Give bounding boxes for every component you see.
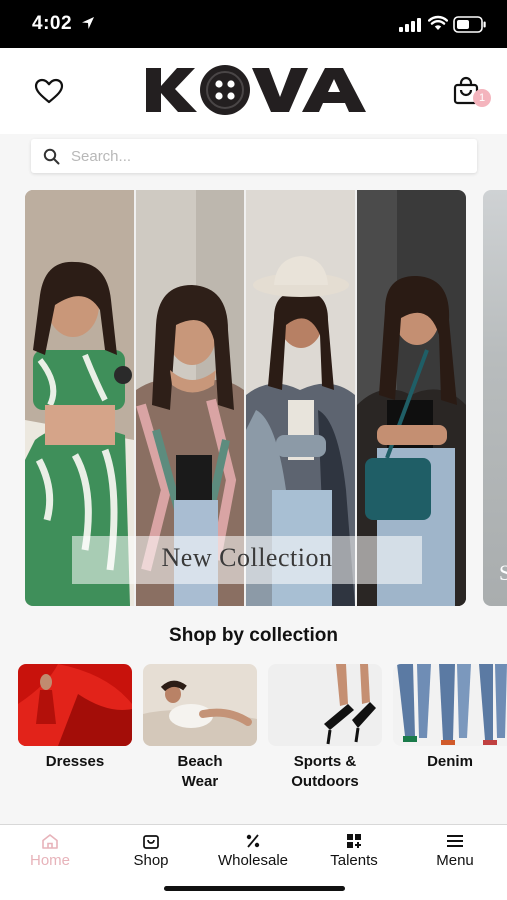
nav-item-shop[interactable]: Shop	[101, 833, 201, 869]
collection-item-dresses[interactable]: Dresses	[18, 664, 132, 772]
signal-icon	[399, 18, 421, 32]
nav-item-menu[interactable]: Menu	[405, 833, 505, 869]
kova-logo-mark	[146, 65, 366, 115]
home-indicator	[164, 886, 345, 891]
status-bar: 4:02	[0, 0, 507, 48]
logo-text: KOVA	[368, 62, 369, 63]
heart-icon[interactable]	[34, 78, 64, 104]
collection-image	[393, 664, 507, 746]
hamburger-menu-icon	[447, 835, 463, 847]
collection-label: Beach Wear	[177, 753, 223, 790]
nav-item-wholesale[interactable]: Wholesale	[203, 833, 303, 869]
collection-image	[268, 664, 382, 746]
section-title: Shop by collection	[169, 625, 338, 646]
nav-label: Menu	[436, 852, 474, 869]
wifi-icon	[428, 15, 448, 30]
collection-image	[18, 664, 132, 746]
sports-outdoors-photo	[268, 664, 382, 746]
kova-logo[interactable]: KOVA	[144, 62, 368, 118]
collection-item-denim[interactable]: Denim	[393, 664, 507, 772]
nav-label: Talents	[330, 852, 378, 869]
hero-next-slide-letter: S	[499, 560, 507, 585]
collection-item-sports-outdoors[interactable]: Sports & Outdoors	[268, 664, 382, 792]
nav-label: Home	[29, 852, 70, 869]
status-time: 4:02	[32, 13, 73, 34]
collection-image	[143, 664, 257, 746]
hero-caption: New Collection	[161, 543, 333, 572]
battery-icon	[453, 16, 486, 33]
search-icon	[43, 148, 60, 165]
collection-label: Dresses	[45, 753, 105, 770]
collection-item-beach-wear[interactable]: Beach Wear	[143, 664, 257, 792]
hero-next-slide[interactable]: S	[483, 190, 507, 606]
home-icon	[42, 834, 58, 849]
nav-item-home[interactable]: Home	[0, 833, 100, 869]
percent-icon	[246, 834, 260, 848]
search-bar[interactable]	[31, 139, 477, 173]
cart-count-badge: 1	[473, 89, 491, 107]
shopping-bag-icon	[143, 835, 159, 849]
denim-photo	[393, 664, 507, 746]
nav-label: Wholesale	[217, 852, 289, 869]
collection-label: Denim	[427, 753, 473, 770]
collection-label: Sports & Outdoors	[291, 753, 359, 790]
grid-plus-icon	[347, 834, 361, 848]
app-header: KOVA 1	[0, 48, 507, 134]
dresses-photo	[18, 664, 132, 746]
nav-item-talents[interactable]: Talents	[304, 833, 404, 869]
search-input[interactable]	[71, 139, 471, 173]
location-arrow-icon	[82, 17, 94, 29]
nav-label: Shop	[133, 852, 169, 869]
beach-wear-photo	[143, 664, 257, 746]
